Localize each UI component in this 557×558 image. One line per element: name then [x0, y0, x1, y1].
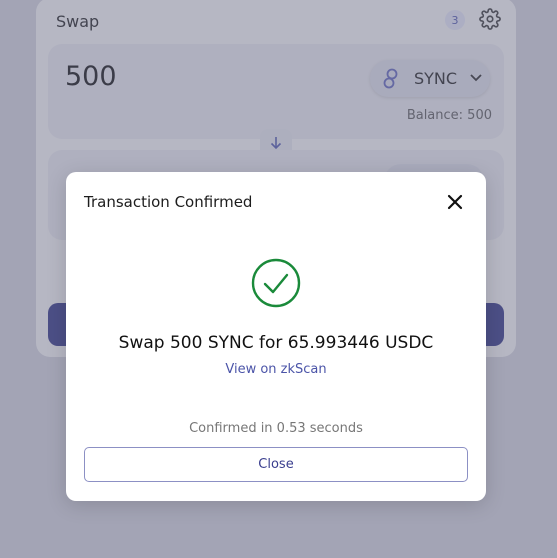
confirmation-modal: Transaction Confirmed Swap 500 SYNC for …: [66, 172, 486, 501]
close-icon[interactable]: [446, 193, 464, 211]
swap-summary: Swap 500 SYNC for 65.993446 USDC: [118, 333, 434, 353]
explorer-link[interactable]: View on zkScan: [66, 362, 486, 377]
modal-title: Transaction Confirmed: [84, 193, 253, 211]
check-circle-icon: [251, 258, 301, 308]
confirmation-time: Confirmed in 0.53 seconds: [189, 421, 363, 436]
close-button[interactable]: Close: [84, 447, 468, 482]
